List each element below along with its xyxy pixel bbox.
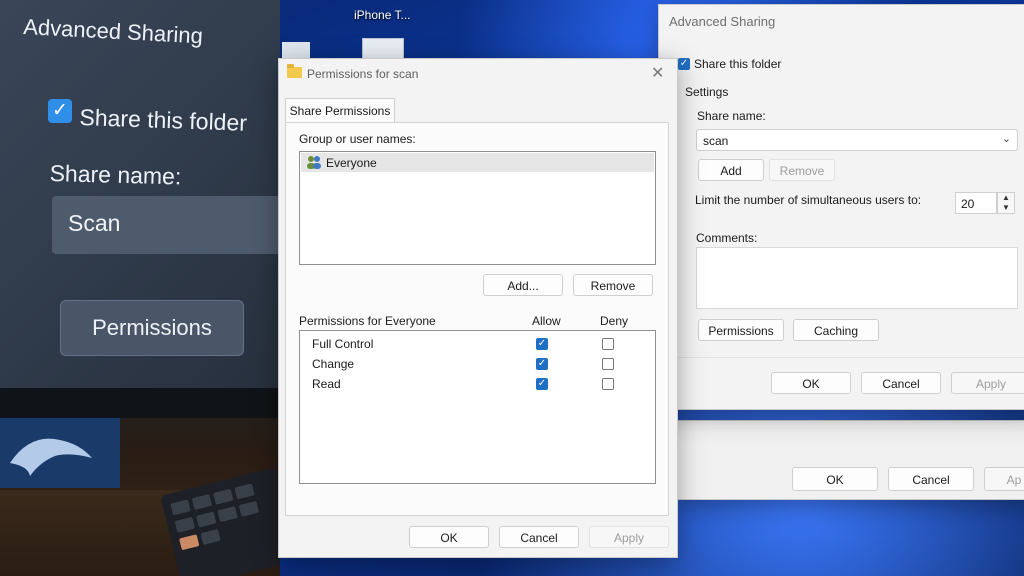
monitor-photo: Advanced Sharing ✓ Share this folder Sha… [0,0,290,576]
comments-textarea[interactable] [696,247,1018,309]
remove-user-button[interactable]: Remove [573,274,653,296]
caching-button[interactable]: Caching [793,319,879,341]
permission-name: Read [312,377,341,391]
deny-header: Deny [600,314,629,328]
cancel-button[interactable]: Cancel [499,526,579,548]
limit-users-spinner[interactable]: ▲ ▼ [997,192,1015,214]
chevron-down-icon[interactable]: ⌄ [1002,132,1011,145]
permission-name: Full Control [312,337,374,351]
deny-checkbox[interactable] [602,358,614,370]
permissions-window: Permissions for scan ✕ Share Permissions… [278,58,678,558]
remove-share-button[interactable]: Remove [769,159,835,181]
photo-permissions-button: Permissions [60,300,244,356]
user-name: Everyone [326,156,377,170]
photo-share-name-value: Scan [68,210,121,236]
ok-button[interactable]: OK [409,526,489,548]
settings-group-label: Settings [685,85,729,99]
dolphin-logo-icon [0,418,120,488]
permissions-list: Full Control ✓ Change ✓ Read ✓ [299,330,656,484]
apply-button[interactable]: Apply [951,372,1024,394]
photo-share-label: Share this folder [79,104,248,136]
users-listbox[interactable]: Everyone [299,151,656,265]
limit-users-input[interactable]: 20 [955,192,997,214]
permission-name: Change [312,357,355,371]
permissions-button[interactable]: Permissions [698,319,784,341]
share-name-label: Share name: [697,109,766,123]
desktop-icon-label[interactable]: iPhone T... [354,8,410,22]
advanced-sharing-window: Advanced Sharing ✓ Share this folder Set… [658,4,1024,410]
advanced-sharing-back-window: OK Cancel Ap [677,420,1024,500]
photo-checkbox-icon: ✓ [48,99,72,123]
deny-checkbox[interactable] [602,338,614,350]
tab-panel: Group or user names: Everyone Add... Rem… [285,122,669,516]
cancel-button[interactable]: Cancel [861,372,941,394]
apply-button[interactable]: Apply [589,526,669,548]
allow-checkbox[interactable]: ✓ [536,378,548,390]
close-icon[interactable]: ✕ [651,63,664,83]
folder-icon [287,64,302,78]
comments-label: Comments: [696,231,758,245]
group-names-label: Group or user names: [299,132,416,146]
monitor-bezel [0,388,282,418]
tab-share-permissions[interactable]: Share Permissions [285,98,395,123]
window-title: Advanced Sharing [669,14,776,29]
limit-users-label: Limit the number of simultaneous users t… [695,193,922,207]
list-item[interactable]: Everyone [301,153,654,172]
allow-checkbox[interactable]: ✓ [536,358,548,370]
divider [659,357,1024,358]
share-name-value: scan [703,134,729,148]
allow-header: Allow [532,314,561,328]
ok-button[interactable]: OK [771,372,851,394]
deny-checkbox[interactable] [602,378,614,390]
permissions-header: Permissions for Everyone [299,314,436,328]
share-name-combobox[interactable]: scan ⌄ [696,129,1018,151]
back-cancel-button[interactable]: Cancel [888,467,974,491]
back-apply-button[interactable]: Ap [984,467,1024,491]
add-share-button[interactable]: Add [698,159,764,181]
limit-users-value: 20 [961,197,975,211]
photo-share-name-label: Share name: [49,160,182,190]
allow-checkbox[interactable]: ✓ [536,338,548,350]
add-user-button[interactable]: Add... [483,274,563,296]
share-folder-label: Share this folder [694,57,782,71]
back-ok-button[interactable]: OK [792,467,878,491]
users-group-icon [306,155,322,169]
keyboard [160,466,290,576]
share-folder-checkbox[interactable]: ✓ [678,58,690,70]
window-title: Permissions for scan [307,67,419,81]
